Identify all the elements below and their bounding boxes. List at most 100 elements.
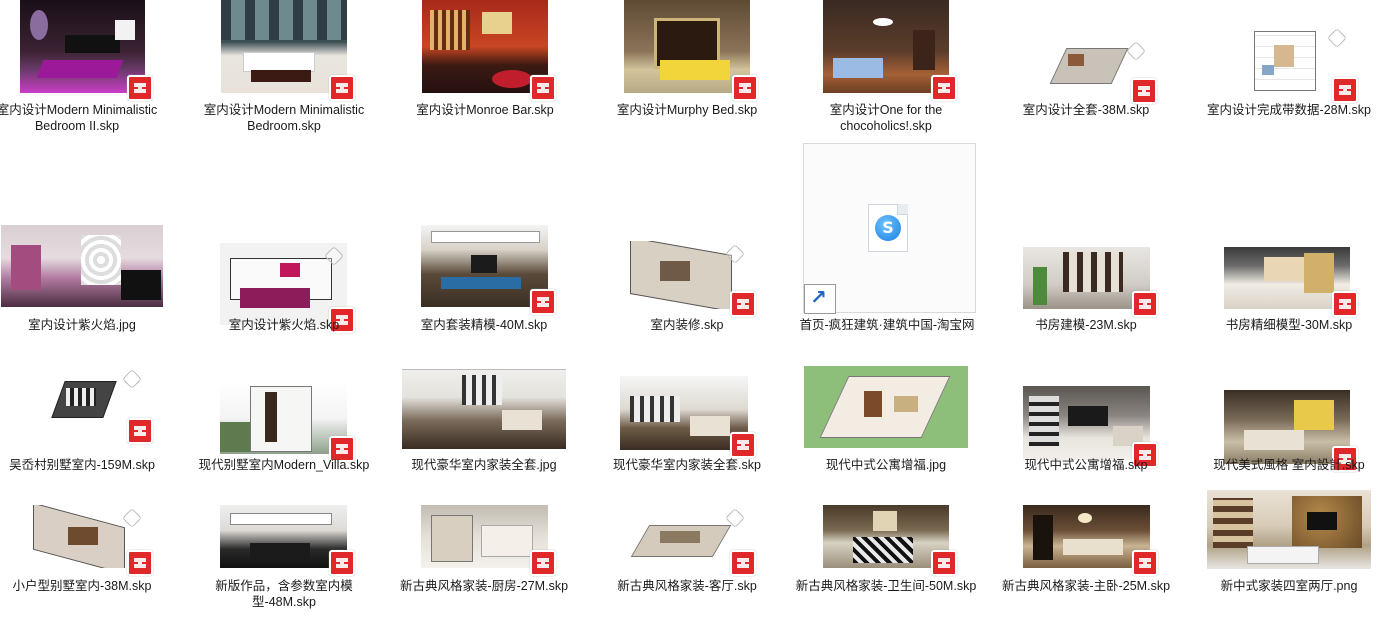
thumbnail	[804, 366, 968, 448]
file-name: 新古典风格家装-主卧-25M.skp	[1001, 579, 1171, 593]
sketchup-icon	[732, 75, 758, 101]
file-item[interactable]: 小户型别墅室内-38M.skp	[0, 505, 181, 593]
sketchup-icon	[530, 75, 556, 101]
sketchup-icon	[1131, 78, 1157, 104]
file-name: 首页-疯狂建筑·建筑中国-淘宝网	[799, 318, 975, 332]
thumbnail	[1224, 25, 1358, 103]
thumbnail	[220, 382, 355, 462]
file-item[interactable]: 新古典风格家装-客厅.skp	[588, 505, 786, 593]
file-item[interactable]: 新版作品，含参数室内模型-48M.skp	[185, 505, 383, 609]
file-item[interactable]: 室内装修.skp	[588, 225, 786, 332]
file-name: 新中式家装四室两厅.png	[1220, 579, 1358, 593]
sketchup-icon	[931, 550, 957, 576]
file-name: 现代中式公寓增福.skp	[1024, 458, 1148, 472]
thumbnail	[1207, 490, 1371, 569]
sketchup-icon	[1332, 77, 1358, 103]
sketchup-icon	[1332, 291, 1358, 317]
file-item[interactable]	[803, 143, 976, 314]
file-item[interactable]: 书房建模-23M.skp	[987, 225, 1185, 332]
sketchup-icon	[329, 550, 355, 576]
thumbnail	[1023, 386, 1158, 468]
file-item[interactable]: 室内设计One for the chocoholics!.skp	[787, 0, 985, 133]
file-name: 室内设计紫火焰.jpg	[28, 318, 136, 332]
file-name: 书房建模-23M.skp	[1035, 318, 1137, 332]
sketchup-icon	[530, 289, 556, 315]
file-name: 书房精细模型-30M.skp	[1225, 318, 1353, 332]
file-item[interactable]: 室内设计Monroe Bar.skp	[386, 0, 584, 117]
thumbnail	[620, 376, 756, 458]
file-item[interactable]: 吴岙村别墅室内-159M.skp	[0, 366, 181, 472]
file-item[interactable]: 现代中式公寓增福.jpg	[787, 366, 985, 472]
thumbnail	[620, 505, 756, 576]
thumbnail	[1224, 247, 1358, 317]
sketchup-icon	[1132, 291, 1158, 317]
thumbnail	[624, 0, 758, 101]
file-name: 新古典风格家装-厨房-27M.skp	[399, 579, 569, 593]
thumbnail	[221, 0, 355, 101]
sketchup-icon	[329, 75, 355, 101]
thumbnail	[1023, 505, 1158, 576]
file-item[interactable]: 室内套装精模-40M.skp	[385, 225, 583, 332]
thumbnail	[402, 355, 566, 449]
file-name: 室内设计紫火焰.skp	[228, 318, 340, 332]
thumbnail	[422, 0, 556, 101]
file-item[interactable]: 现代豪华室内家装全套.skp	[588, 366, 786, 472]
file-grid: 室内设计Modern Minimalistic Bedroom II.skp 室…	[0, 0, 1379, 618]
sketchup-icon	[127, 418, 153, 444]
sketchup-icon	[1132, 550, 1158, 576]
file-name: 现代美式風格 室内設計.skp	[1213, 458, 1365, 472]
sketchup-icon	[127, 75, 153, 101]
sketchup-icon	[730, 550, 756, 576]
file-item[interactable]: 室内设计紫火焰.jpg	[0, 225, 181, 332]
sketchup-icon	[730, 432, 756, 458]
file-item[interactable]: 新古典风格家装-主卧-25M.skp	[987, 505, 1185, 593]
file-name: 小户型别墅室内-38M.skp	[12, 579, 152, 593]
sogou-browser-icon	[868, 204, 908, 252]
file-item[interactable]: 室内设计全套-38M.skp	[987, 0, 1185, 117]
thumbnail	[1023, 38, 1157, 104]
file-item[interactable]: 现代豪华室内家装全套.jpg	[385, 355, 583, 472]
file-item[interactable]: 新古典风格家装-卫生间-50M.skp	[787, 505, 985, 593]
file-name: 室内装修.skp	[650, 318, 724, 332]
file-name: 室内设计Murphy Bed.skp	[616, 103, 758, 117]
file-item[interactable]: 室内设计完成带数据-28M.skp	[1190, 0, 1379, 117]
thumbnail	[823, 505, 957, 576]
thumbnail	[1, 225, 163, 307]
thumbnail	[421, 505, 556, 576]
sketchup-icon	[931, 75, 957, 101]
thumbnail	[1023, 247, 1158, 317]
file-name: 现代别墅室内Modern_Villa.skp	[198, 458, 370, 472]
file-item[interactable]: 现代美式風格 室内設計.skp	[1190, 366, 1379, 472]
file-item[interactable]: 新中式家装四室两厅.png	[1190, 490, 1379, 593]
file-name: 现代豪华室内家装全套.skp	[613, 458, 761, 472]
file-item[interactable]: 新古典风格家装-厨房-27M.skp	[385, 505, 583, 593]
file-item[interactable]: 现代中式公寓增福.skp	[987, 366, 1185, 472]
file-name: 室内套装精模-40M.skp	[420, 318, 548, 332]
file-name: 室内设计Modern Minimalistic Bedroom.skp	[203, 103, 365, 133]
file-name: 吴岙村别墅室内-159M.skp	[9, 458, 155, 472]
file-name: 室内设计Monroe Bar.skp	[416, 103, 554, 117]
thumbnail	[220, 505, 355, 576]
file-name: 室内设计Modern Minimalistic Bedroom II.skp	[0, 103, 158, 133]
file-item[interactable]: 室内设计Murphy Bed.skp	[588, 0, 786, 117]
sketchup-icon	[730, 291, 756, 317]
file-item[interactable]: 室内设计Modern Minimalistic Bedroom II.skp	[0, 0, 176, 133]
thumbnail	[421, 225, 556, 315]
sketchup-icon	[530, 550, 556, 576]
thumbnail	[18, 366, 153, 444]
file-item[interactable]: 书房精细模型-30M.skp	[1190, 225, 1379, 332]
file-name: 新版作品，含参数室内模型-48M.skp	[215, 579, 353, 609]
thumbnail	[18, 505, 153, 576]
shortcut-arrow-icon	[804, 284, 836, 314]
file-name: 现代豪华室内家装全套.jpg	[411, 458, 557, 472]
file-name: 室内设计全套-38M.skp	[1022, 103, 1150, 117]
file-name: 室内设计完成带数据-28M.skp	[1207, 103, 1371, 117]
thumbnail	[20, 0, 153, 101]
file-name: 新古典风格家装-卫生间-50M.skp	[795, 579, 977, 593]
thumbnail	[620, 241, 756, 317]
file-item[interactable]: 现代别墅室内Modern_Villa.skp	[185, 366, 383, 472]
file-name: 室内设计One for the chocoholics!.skp	[829, 103, 943, 133]
thumbnail	[823, 0, 957, 101]
file-item[interactable]: 室内设计Modern Minimalistic Bedroom.skp	[185, 0, 383, 133]
file-item[interactable]: 室内设计紫火焰.skp	[185, 225, 383, 333]
